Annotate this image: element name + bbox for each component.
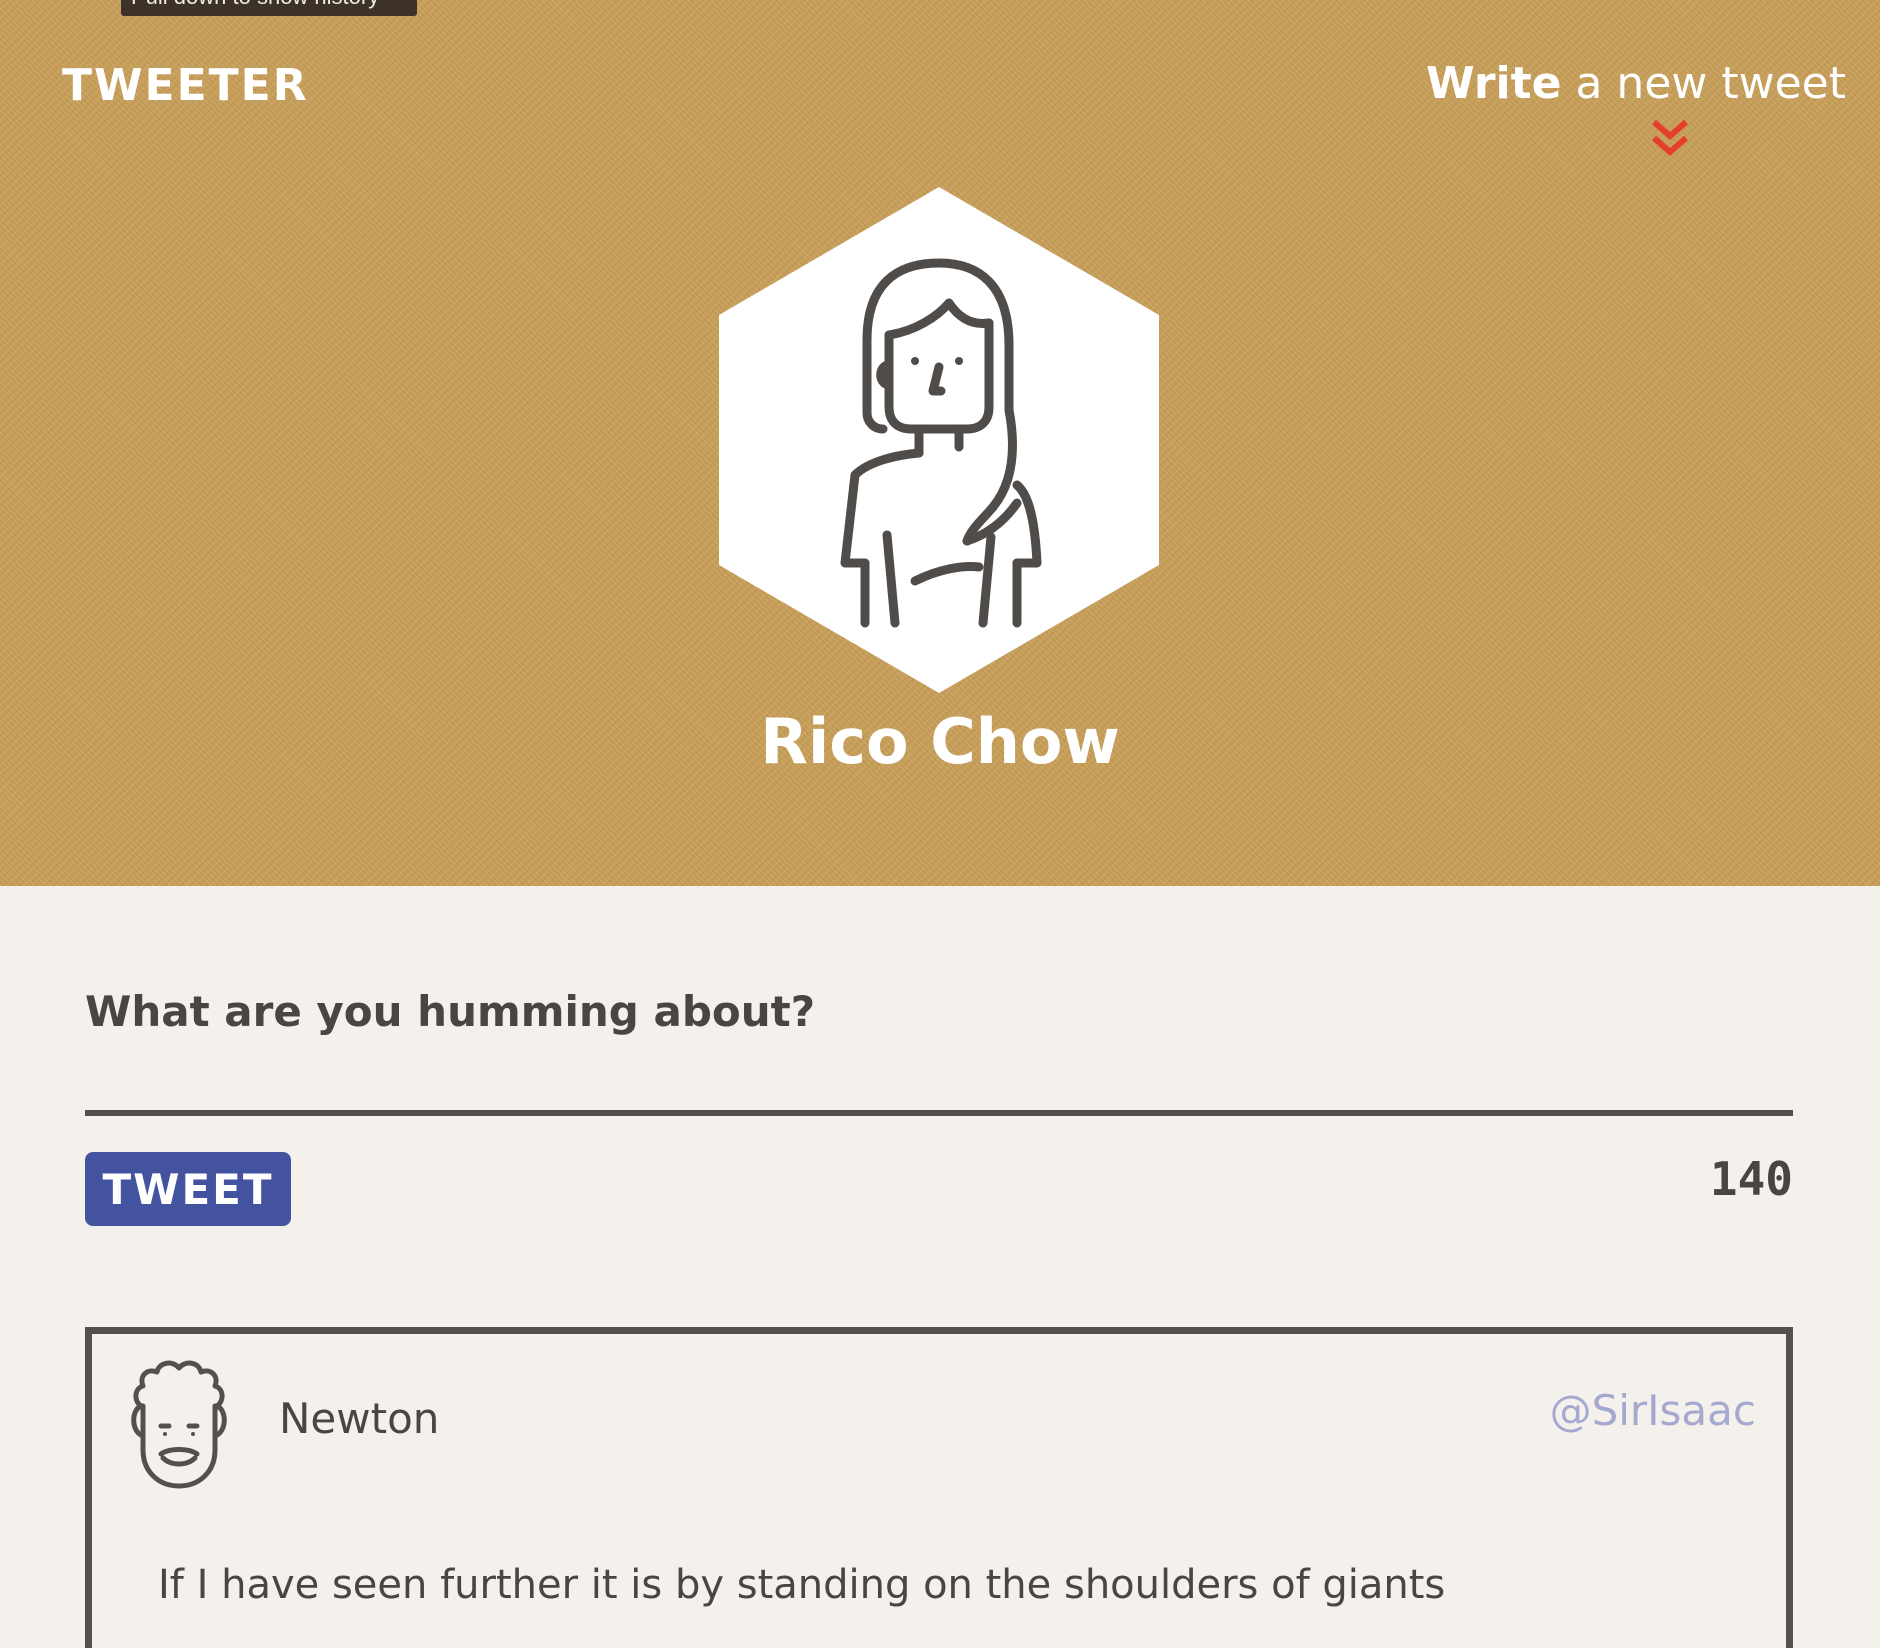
profile-name: Rico Chow bbox=[760, 705, 1120, 778]
write-link-rest: a new tweet bbox=[1561, 58, 1846, 109]
history-tooltip: Pull down to show history bbox=[121, 0, 417, 16]
curly-hair-man-avatar-icon bbox=[131, 1360, 227, 1489]
profile-avatar bbox=[719, 187, 1159, 693]
tweet-card: Newton @SirIsaac If I have seen further … bbox=[85, 1327, 1793, 1648]
character-counter: 140 bbox=[1709, 1152, 1793, 1206]
composer-label: What are you humming about? bbox=[85, 987, 816, 1036]
double-chevron-down-icon[interactable] bbox=[1650, 118, 1690, 160]
page: Pull down to show history TWEETER Write … bbox=[0, 0, 1880, 1648]
app-logo[interactable]: TWEETER bbox=[62, 60, 309, 111]
tweet-text: If I have seen further it is by standing… bbox=[158, 1562, 1446, 1608]
write-new-tweet-link[interactable]: Write a new tweet bbox=[1426, 58, 1846, 109]
write-link-strong: Write bbox=[1426, 58, 1562, 109]
profile-header: Pull down to show history TWEETER Write … bbox=[0, 0, 1880, 886]
tweet-author: Newton bbox=[279, 1394, 440, 1443]
tweet-handle[interactable]: @SirIsaac bbox=[1550, 1386, 1756, 1435]
tweet-text-input[interactable] bbox=[85, 1048, 1793, 1116]
tweet-button[interactable]: TWEET bbox=[85, 1152, 291, 1226]
